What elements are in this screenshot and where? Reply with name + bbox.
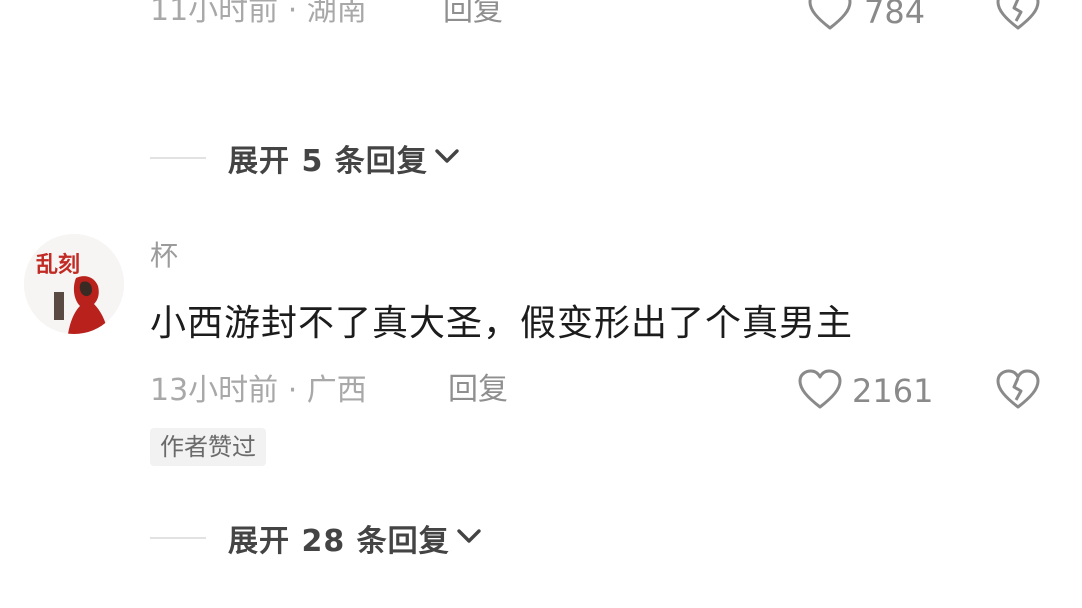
expand-replies-button[interactable]: 展开 28 条回复: [150, 518, 482, 559]
prev-comment-like-count: 784: [864, 0, 926, 31]
broken-heart-icon[interactable]: [995, 0, 1041, 32]
comment-time-location: 13小时前 · 广西: [150, 373, 367, 408]
avatar-calligraphy-text: 乱刻: [36, 252, 80, 278]
heart-outline-icon[interactable]: [807, 0, 853, 32]
comment-like-count: 2161: [852, 372, 934, 410]
avatar[interactable]: 乱刻: [24, 234, 124, 334]
author-liked-badge: 作者赞过: [150, 428, 266, 466]
heart-outline-icon[interactable]: [797, 369, 843, 411]
chevron-down-icon: [456, 527, 482, 549]
comment-username[interactable]: 杯: [150, 242, 178, 270]
expand-replies-label: 展开 28 条回复: [228, 524, 450, 559]
chevron-down-icon: [434, 147, 460, 169]
comment-reply-button[interactable]: 回复: [448, 375, 508, 405]
prev-comment-time-location: 11小时前 · 湖南: [150, 0, 367, 28]
comment-text: 小西游封不了真大圣，假变形出了个真男主: [150, 303, 854, 344]
broken-heart-icon[interactable]: [995, 369, 1041, 411]
expand-divider-line: [150, 537, 206, 539]
prev-comment-reply-button[interactable]: 回复: [443, 0, 503, 26]
expand-replies-button[interactable]: 展开 5 条回复: [150, 138, 460, 179]
expand-replies-label: 展开 5 条回复: [228, 144, 428, 179]
expand-divider-line: [150, 157, 206, 159]
